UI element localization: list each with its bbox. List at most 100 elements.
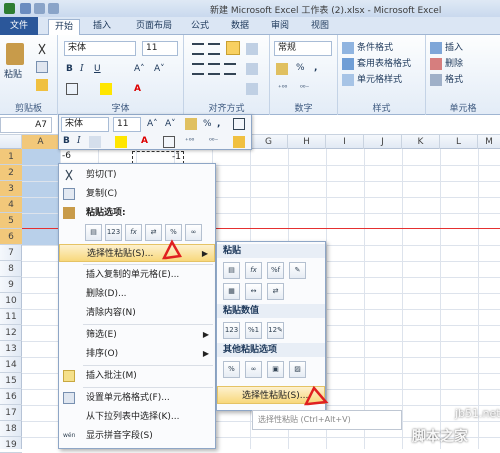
number-format-combo[interactable]: 常规: [274, 41, 332, 56]
row-header[interactable]: 18: [0, 421, 22, 437]
mini-italic-icon[interactable]: I: [77, 134, 81, 148]
merge-center-icon[interactable]: [246, 83, 258, 95]
grow-font-icon[interactable]: A˄: [134, 62, 145, 76]
select-all-corner[interactable]: [0, 135, 22, 149]
bold-icon[interactable]: B: [66, 62, 73, 76]
paste-link-icon[interactable]: ∞: [245, 361, 262, 378]
tab-insert[interactable]: 插入: [88, 19, 116, 35]
formulas-number-format-icon[interactable]: %f: [267, 262, 284, 279]
row-header[interactable]: 12: [0, 325, 22, 341]
menu-item-insert-comment[interactable]: 插入批注(M): [59, 367, 215, 385]
column-header-h[interactable]: H: [288, 135, 326, 149]
increase-decimal-icon[interactable]: ⁺⁰⁰: [278, 81, 287, 95]
font-size-combo[interactable]: 11: [142, 41, 178, 56]
underline-icon[interactable]: U: [94, 62, 101, 76]
copy-icon[interactable]: [36, 61, 48, 73]
tab-page-layout[interactable]: 页面布局: [128, 19, 180, 35]
align-center-icon[interactable]: [208, 63, 220, 75]
column-header-j[interactable]: J: [364, 135, 402, 149]
row-header[interactable]: 17: [0, 405, 22, 421]
cut-icon[interactable]: [36, 43, 48, 55]
align-top-icon[interactable]: [192, 43, 204, 55]
row-header[interactable]: 2: [0, 165, 22, 181]
row-header[interactable]: 8: [0, 261, 22, 277]
mini-grow-font-icon[interactable]: A˄: [147, 117, 158, 131]
row-header[interactable]: 3: [0, 181, 22, 197]
row-header[interactable]: 7: [0, 245, 22, 261]
no-borders-icon[interactable]: ▦: [223, 283, 240, 300]
column-header-a[interactable]: A: [22, 135, 60, 149]
row-header[interactable]: 10: [0, 293, 22, 309]
transpose-icon[interactable]: ⇄: [267, 283, 284, 300]
row-header[interactable]: 1: [0, 149, 22, 165]
format-cells-button[interactable]: 格式: [445, 73, 463, 87]
name-box[interactable]: A7: [0, 117, 52, 133]
paste-button[interactable]: 粘贴: [4, 68, 22, 82]
wrap-text-icon[interactable]: [246, 63, 258, 75]
row-header[interactable]: 13: [0, 341, 22, 357]
italic-icon[interactable]: I: [80, 62, 84, 76]
mini-increase-decimal-icon[interactable]: ⁺⁰⁰: [185, 134, 194, 148]
shrink-font-icon[interactable]: A˅: [154, 62, 165, 76]
tab-view[interactable]: 视图: [306, 19, 334, 35]
border-icon[interactable]: [66, 83, 78, 95]
mini-font-combo[interactable]: 宋体: [61, 117, 109, 132]
paste-icon[interactable]: [6, 43, 24, 65]
tab-home[interactable]: 开始: [48, 19, 80, 35]
menu-item-cut[interactable]: 剪切(T): [59, 166, 215, 184]
menu-item-insert-copied[interactable]: 插入复制的单元格(E)...: [59, 266, 215, 284]
mini-shrink-font-icon[interactable]: A˅: [165, 117, 176, 131]
keep-column-width-icon[interactable]: ↔: [245, 283, 262, 300]
delete-cells-button[interactable]: 删除: [445, 57, 463, 71]
row-header[interactable]: 15: [0, 373, 22, 389]
formulas-icon[interactable]: fx: [245, 262, 262, 279]
row-header[interactable]: 5: [0, 213, 22, 229]
undo-icon[interactable]: [34, 3, 45, 14]
align-right-icon[interactable]: [224, 63, 236, 75]
mini-font-color-icon[interactable]: A: [141, 134, 148, 148]
align-bottom-icon[interactable]: [226, 41, 240, 55]
keep-source-format-icon[interactable]: ✎: [289, 262, 306, 279]
cell-style-button[interactable]: 单元格样式: [357, 73, 402, 87]
column-header-g[interactable]: G: [250, 135, 288, 149]
paste-option-paste-icon[interactable]: ▤: [85, 224, 102, 241]
font-name-combo[interactable]: 宋体: [64, 41, 136, 56]
menu-item-format-cells[interactable]: 设置单元格格式(F)...: [59, 389, 215, 407]
tab-data[interactable]: 数据: [226, 19, 254, 35]
conditional-format-button[interactable]: 条件格式: [357, 41, 393, 55]
menu-item-clear[interactable]: 清除内容(N): [59, 304, 215, 322]
column-header-i[interactable]: I: [326, 135, 364, 149]
row-header[interactable]: 11: [0, 309, 22, 325]
formatting-icon[interactable]: %: [223, 361, 240, 378]
insert-cells-button[interactable]: 插入: [445, 41, 463, 55]
menu-item-filter[interactable]: 筛选(E) ▶: [59, 326, 215, 344]
row-header[interactable]: 16: [0, 389, 22, 405]
fill-color-icon[interactable]: [100, 83, 112, 95]
redo-icon[interactable]: [48, 3, 59, 14]
cell-a1[interactable]: -6: [62, 151, 71, 161]
mini-fill-color-icon[interactable]: [115, 136, 127, 148]
values-source-format-icon[interactable]: 12✎: [267, 322, 284, 339]
menu-item-delete[interactable]: 删除(D)...: [59, 285, 215, 303]
row-header[interactable]: 19: [0, 437, 22, 453]
mini-merge-icon[interactable]: [233, 118, 245, 130]
save-icon[interactable]: [20, 3, 31, 14]
picture-icon[interactable]: ▣: [267, 361, 284, 378]
mini-currency-icon[interactable]: [185, 118, 197, 130]
values-icon[interactable]: 123: [223, 322, 240, 339]
mini-format-painter-icon[interactable]: [233, 136, 245, 148]
paste-option-values-icon[interactable]: 123: [105, 224, 122, 241]
mini-comma-icon[interactable]: ,: [217, 117, 220, 131]
tab-file[interactable]: 文件: [0, 17, 38, 35]
row-header[interactable]: 14: [0, 357, 22, 373]
row-header[interactable]: 6: [0, 229, 22, 245]
align-middle-icon[interactable]: [208, 43, 220, 55]
row-header[interactable]: 9: [0, 277, 22, 293]
percent-button[interactable]: %: [296, 61, 305, 75]
orientation-icon[interactable]: [246, 43, 258, 55]
table-format-button[interactable]: 套用表格格式: [357, 57, 411, 71]
paste-icon[interactable]: ▤: [223, 262, 240, 279]
menu-item-pick-list[interactable]: 从下拉列表中选择(K)...: [59, 408, 215, 426]
comma-button[interactable]: ,: [314, 61, 317, 75]
mini-border-icon[interactable]: [163, 136, 175, 148]
